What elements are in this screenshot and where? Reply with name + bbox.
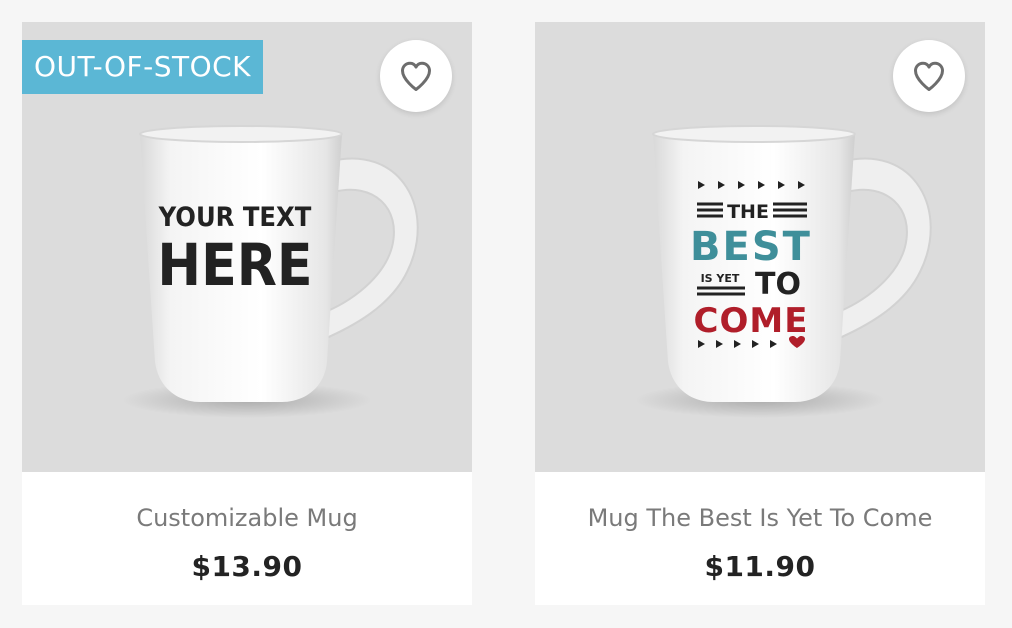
- product-price: $11.90: [704, 550, 816, 583]
- product-card-mug-best-is-yet-to-come[interactable]: THE BEST IS YET TO COME Mug The Best Is …: [535, 22, 985, 605]
- product-info: Mug The Best Is Yet To Come $11.90: [535, 472, 985, 605]
- out-of-stock-badge: OUT-OF-STOCK: [22, 40, 264, 94]
- mug-print-line1: YOUR TEXT: [158, 202, 312, 233]
- heart-outline-icon: [401, 61, 431, 91]
- product-title[interactable]: Customizable Mug: [22, 503, 472, 533]
- mug-print-is-yet: IS YET: [701, 272, 740, 285]
- mug-print-line2: HERE: [157, 231, 312, 299]
- mug-print-to: TO: [755, 267, 801, 302]
- heart-outline-icon: [914, 61, 944, 91]
- mug-print-best: BEST: [690, 224, 812, 270]
- wishlist-button[interactable]: [380, 40, 452, 112]
- mug-print-come: COME: [694, 301, 809, 341]
- wishlist-button[interactable]: [893, 40, 965, 112]
- product-title[interactable]: Mug The Best Is Yet To Come: [535, 503, 985, 533]
- product-grid: YOUR TEXT HERE OUT-OF-STOCK Customizable…: [0, 0, 1012, 628]
- product-price: $13.90: [191, 550, 303, 583]
- product-info: Customizable Mug $13.90: [22, 472, 472, 605]
- product-card-customizable-mug[interactable]: YOUR TEXT HERE OUT-OF-STOCK Customizable…: [22, 22, 472, 605]
- mug-print-the: THE: [727, 201, 769, 223]
